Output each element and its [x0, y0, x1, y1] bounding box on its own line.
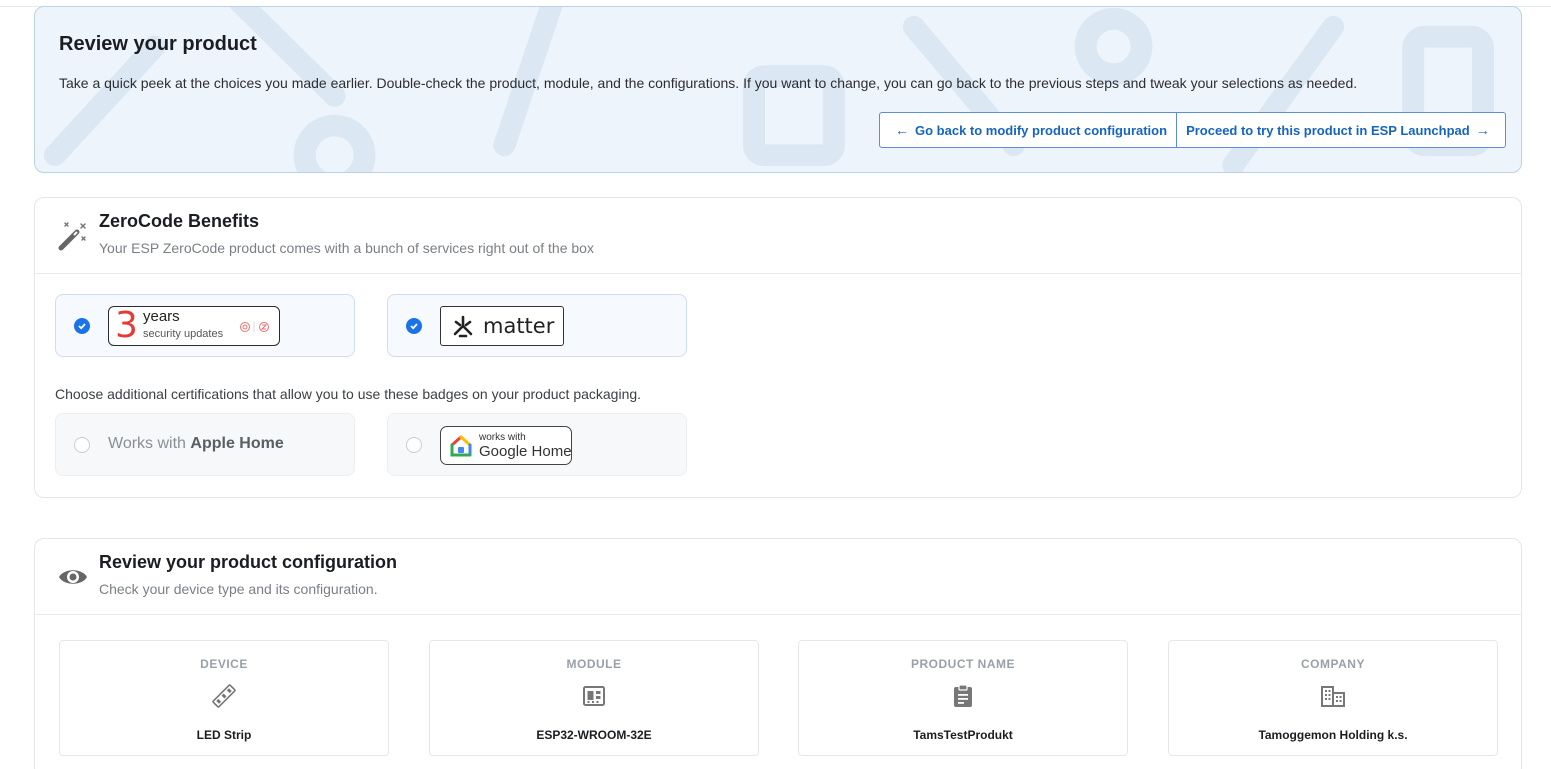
product-configuration-section: Review your product configuration Check … — [34, 538, 1522, 769]
apple-home-label: Works with Apple Home — [108, 435, 284, 453]
product-name-tile: PRODUCT NAME TamsTestProdukt — [798, 640, 1128, 756]
matter-checkbox[interactable] — [406, 318, 422, 334]
module-value: ESP32-WROOM-32E — [536, 728, 652, 742]
apple-home-name: Apple Home — [190, 435, 284, 452]
arrow-left-icon: ← — [895, 122, 909, 138]
matter-logo-icon — [453, 315, 473, 338]
google-home-logo-icon — [450, 435, 472, 457]
years-word: years — [143, 308, 180, 325]
apple-home-prefix: Works with — [108, 435, 186, 452]
espressif-logo-icon — [240, 322, 269, 332]
company-label: COMPANY — [1301, 657, 1365, 671]
product-name-label: PRODUCT NAME — [911, 657, 1015, 671]
configuration-subtitle: Check your device type and its configura… — [99, 581, 378, 597]
device-value: LED Strip — [196, 728, 252, 742]
matter-badge: matter — [440, 306, 564, 346]
google-works-with-label: works with — [479, 432, 526, 443]
apple-home-radio[interactable] — [74, 437, 90, 453]
eye-icon — [59, 570, 87, 584]
google-home-label: Google Home — [479, 443, 572, 460]
google-home-badge: works with Google Home — [440, 426, 572, 465]
checkmark-icon — [78, 323, 86, 330]
security-updates-checkbox[interactable] — [74, 318, 90, 334]
magic-wand-icon — [58, 222, 86, 251]
company-tile: COMPANY Tamoggemon Holding k.s. — [1168, 640, 1498, 756]
google-home-tile[interactable]: works with Google Home — [387, 413, 687, 476]
device-label: DEVICE — [200, 657, 248, 671]
years-number: 3 — [115, 305, 138, 346]
proceed-button-label: Proceed to try this product in ESP Launc… — [1186, 122, 1470, 138]
clipboard-icon — [954, 684, 972, 707]
product-name-value: TamsTestProdukt — [913, 728, 1013, 742]
review-product-banner: Review your product Take a quick peek at… — [34, 6, 1522, 173]
apple-home-tile[interactable]: Works with Apple Home — [55, 413, 355, 476]
device-tile: DEVICE LED Strip — [59, 640, 389, 756]
module-label: MODULE — [566, 657, 622, 671]
benefits-subtitle: Your ESP ZeroCode product comes with a b… — [99, 240, 594, 256]
security-updates-tile[interactable]: 3 years security updates — [55, 294, 355, 357]
back-button-label: Go back to modify product configuration — [915, 122, 1168, 138]
company-value: Tamoggemon Holding k.s. — [1258, 728, 1408, 742]
zerocode-benefits-section: ZeroCode Benefits Your ESP ZeroCode prod… — [34, 197, 1522, 498]
building-icon — [1321, 686, 1345, 707]
benefits-header: ZeroCode Benefits Your ESP ZeroCode prod… — [35, 198, 1521, 274]
configuration-header: Review your product configuration Check … — [35, 539, 1521, 615]
arrow-right-icon: → — [1475, 122, 1490, 138]
navigation-button-group: ← Go back to modify product configuratio… — [879, 112, 1506, 148]
checkmark-icon — [410, 323, 418, 330]
proceed-to-launchpad-button[interactable]: Proceed to try this product in ESP Launc… — [1176, 113, 1505, 147]
page-title: Review your product — [59, 33, 257, 55]
security-updates-badge: 3 years security updates — [108, 305, 280, 346]
google-home-radio[interactable] — [406, 437, 422, 453]
security-updates-label: security updates — [143, 328, 224, 340]
led-strip-icon — [212, 684, 236, 708]
matter-tile[interactable]: matter — [387, 294, 687, 357]
back-to-configuration-button[interactable]: ← Go back to modify product configuratio… — [880, 113, 1176, 147]
review-description: Take a quick peek at the choices you mad… — [59, 75, 1358, 91]
benefits-title: ZeroCode Benefits — [99, 211, 260, 231]
matter-text: matter — [483, 314, 555, 338]
configuration-title: Review your product configuration — [99, 552, 398, 572]
module-tile: MODULE ESP32-WROOM-32E — [429, 640, 759, 756]
certifications-description: Choose additional certifications that al… — [55, 386, 642, 402]
chip-module-icon — [583, 686, 605, 706]
